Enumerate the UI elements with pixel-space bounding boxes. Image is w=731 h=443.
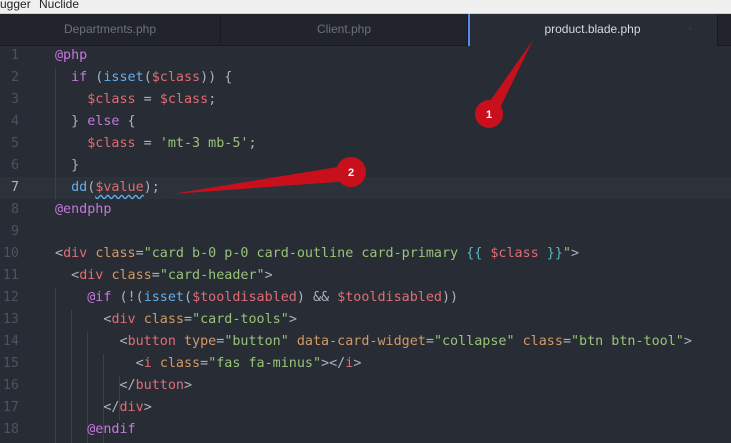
annotation-arrow-1 xyxy=(488,40,533,112)
annotation-label-2: 2 xyxy=(348,167,354,179)
annotation-label-1: 1 xyxy=(486,109,492,121)
annotation-layer: 1 2 xyxy=(172,40,533,194)
annotation-arrow-2 xyxy=(172,166,350,194)
